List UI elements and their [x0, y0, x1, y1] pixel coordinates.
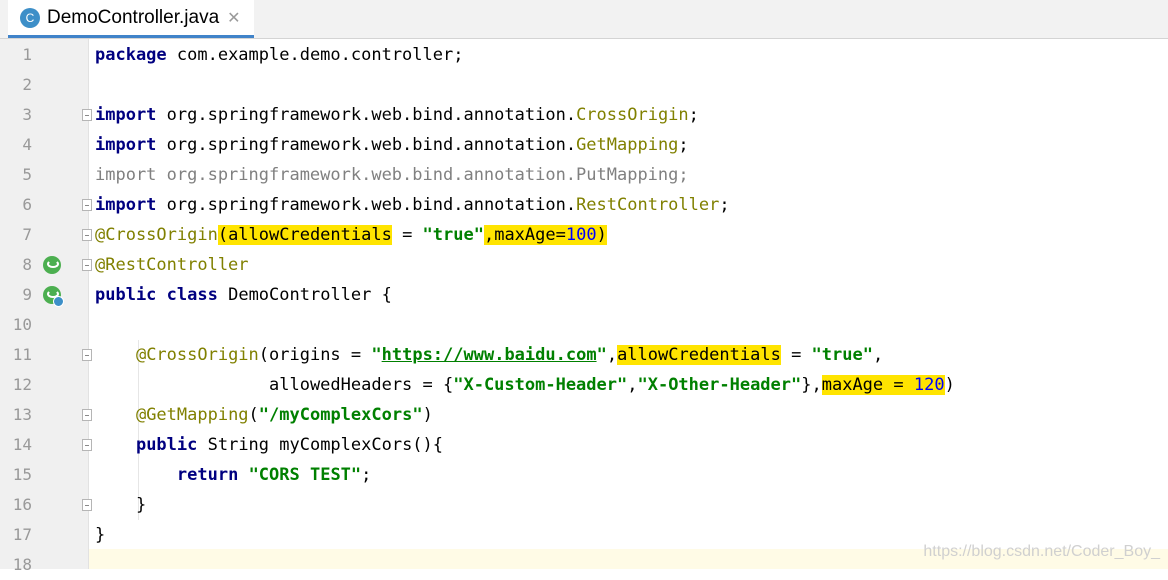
tab-title[interactable]: DemoController.java [47, 7, 219, 29]
code-line: import org.springframework.web.bind.anno… [95, 135, 689, 155]
code-line: return "CORS TEST"; [176, 465, 372, 485]
code-line: package com.example.demo.controller; [95, 45, 464, 65]
code-line: import org.springframework.web.bind.anno… [95, 105, 699, 125]
java-class-icon: C [20, 7, 40, 28]
editor-tab-bar: C DemoController.java ✕ [0, 0, 1168, 39]
url-link[interactable]: https://www.baidu.com [382, 345, 597, 365]
watermark: https://blog.csdn.net/Coder_Boy_ [923, 543, 1160, 560]
code-line: public String myComplexCors(){ [135, 435, 444, 455]
code-line-unused-import: import org.springframework.web.bind.anno… [95, 165, 689, 185]
code-line: @GetMapping("/myComplexCors") [135, 405, 433, 425]
code-line: @RestController [95, 255, 249, 275]
code-line: public class DemoController { [95, 285, 392, 305]
close-icon[interactable]: ✕ [227, 8, 240, 27]
code-line: } [135, 495, 147, 515]
code-line: import org.springframework.web.bind.anno… [95, 195, 730, 215]
code-line: @CrossOrigin(allowCredentials = "true",m… [95, 225, 607, 245]
line-number: 2 [22, 75, 32, 94]
tab-democontroller[interactable]: C DemoController.java ✕ [8, 0, 254, 38]
line-number: 18 [12, 555, 32, 574]
code-line: allowedHeaders = {"X-Custom-Header","X-O… [269, 375, 955, 395]
code-line: @CrossOrigin(origins = "https://www.baid… [135, 345, 884, 365]
line-number: 10 [12, 315, 32, 334]
